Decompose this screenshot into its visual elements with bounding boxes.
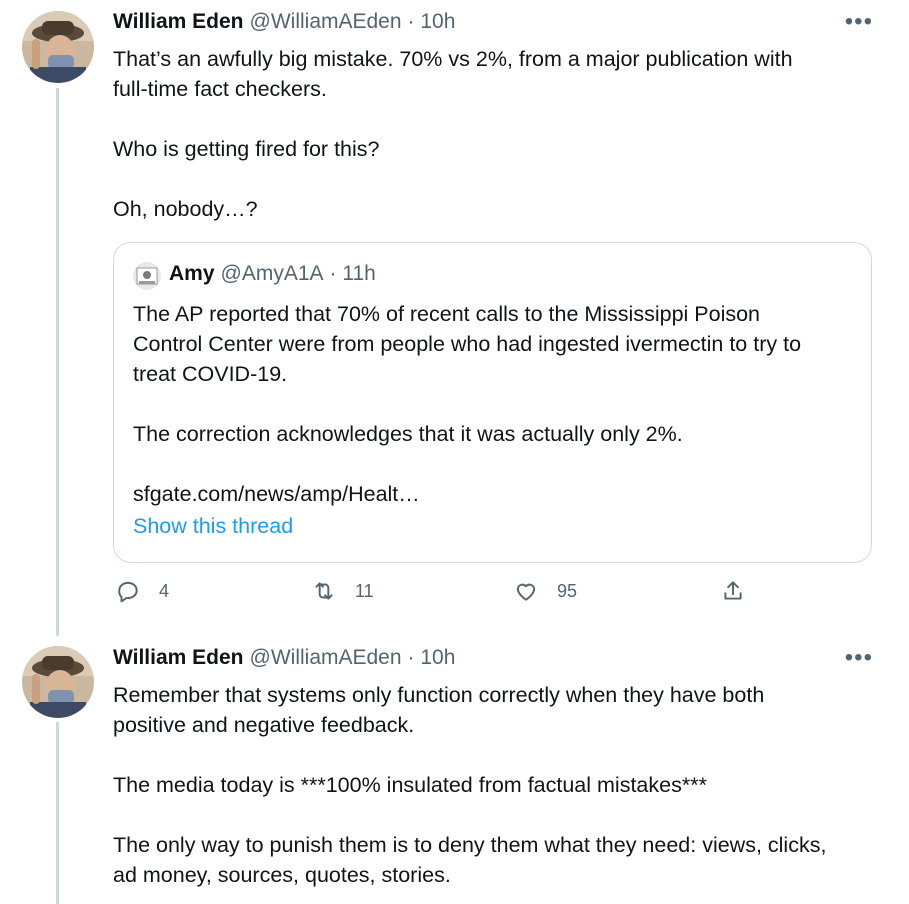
- tweet-text: Remember that systems only function corr…: [113, 683, 827, 887]
- avatar[interactable]: [22, 11, 94, 83]
- quoted-tweet-text: The AP reported that 70% of recent calls…: [133, 302, 802, 506]
- share-button[interactable]: [720, 578, 764, 604]
- retweet-icon: [315, 582, 333, 600]
- share-icon: [724, 581, 742, 600]
- author-name[interactable]: William Eden: [113, 646, 244, 670]
- tweet-timestamp[interactable]: · 10h: [408, 646, 456, 670]
- quoted-tweet-header: Amy @AmyA1A · 11h: [169, 262, 376, 286]
- author-name[interactable]: William Eden: [113, 10, 244, 34]
- like-icon: [516, 583, 536, 601]
- reply-icon: [118, 581, 138, 603]
- quoted-author-handle: @AmyA1A: [220, 262, 324, 285]
- retweet-count: 11: [355, 580, 374, 601]
- thread-connector-line: [56, 88, 59, 636]
- tweet-header: William Eden @WilliamAEden · 10h: [113, 646, 873, 676]
- tweet: William Eden @WilliamAEden · 10h ••• Tha…: [113, 8, 873, 224]
- quoted-avatar[interactable]: [133, 262, 161, 290]
- quoted-avatar-image: [133, 262, 161, 290]
- author-handle[interactable]: @WilliamAEden: [250, 10, 402, 34]
- quoted-tweet-timestamp: · 11h: [329, 262, 376, 285]
- retweet-button[interactable]: 11: [311, 578, 374, 604]
- avatar-image: [22, 11, 94, 83]
- like-count: 95: [557, 580, 578, 601]
- reply-count: 4: [159, 580, 170, 601]
- avatar-image: [22, 646, 94, 718]
- quoted-author-name: Amy: [169, 262, 215, 285]
- more-icon[interactable]: •••: [845, 644, 873, 672]
- reply-button[interactable]: 4: [115, 578, 169, 604]
- avatar[interactable]: [22, 646, 94, 718]
- tweet-timestamp[interactable]: · 10h: [408, 10, 456, 34]
- author-handle[interactable]: @WilliamAEden: [250, 646, 402, 670]
- tweet-header: William Eden @WilliamAEden · 10h: [113, 10, 873, 40]
- tweet-text: That’s an awfully big mistake. 70% vs 2%…: [113, 47, 793, 221]
- like-button[interactable]: 95: [513, 578, 577, 604]
- thread-connector-line: [56, 722, 59, 904]
- show-thread-link[interactable]: Show this thread: [133, 514, 293, 539]
- quoted-tweet[interactable]: Amy @AmyA1A · 11h The AP reported that 7…: [113, 242, 872, 563]
- more-icon[interactable]: •••: [845, 8, 873, 36]
- tweet-actions: 4 11 95: [113, 578, 753, 618]
- tweet: William Eden @WilliamAEden · 10h ••• Rem…: [113, 644, 873, 890]
